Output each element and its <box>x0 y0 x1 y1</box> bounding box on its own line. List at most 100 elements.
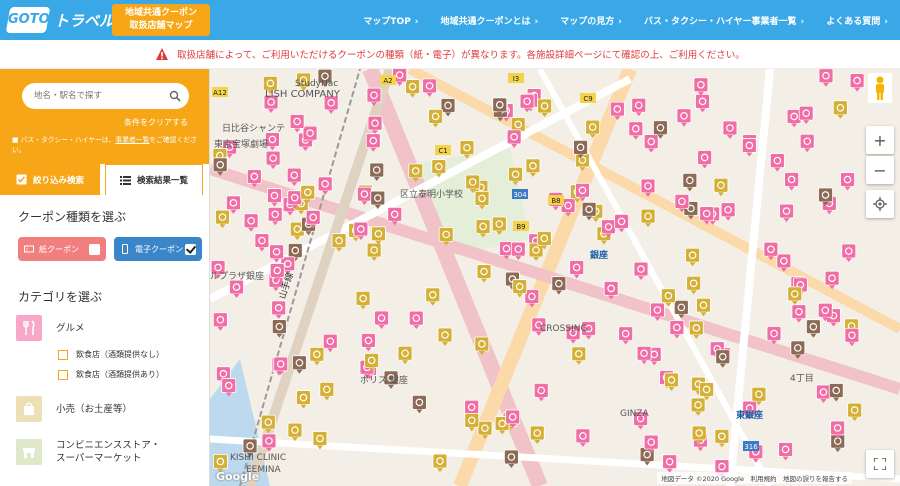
paper-coupon-checkbox[interactable] <box>89 243 100 255</box>
paper-coupon-toggle[interactable]: 紙クーポン <box>18 237 106 261</box>
category-gourmet[interactable]: グルメ <box>16 315 85 341</box>
map-label-takarazuka: 東京宝塚劇場 <box>214 140 269 150</box>
sidebar-tabs: 絞り込み検索 検索結果一覧 <box>0 164 209 195</box>
chevron-right-icon: › <box>414 16 419 27</box>
route-shield: A12 <box>212 87 228 97</box>
route-shield-label: 316 <box>744 443 758 451</box>
goto-travel-logo[interactable]: GOTO トラベル <box>5 7 114 33</box>
location-search-input[interactable] <box>34 83 174 109</box>
route-shield-label: C9 <box>583 95 592 103</box>
main-nav: マップTOP › 地域共通クーポンとは › マップの見方 › バス・タクシー・ハイヤー… <box>363 0 888 40</box>
search-panel: 条件をクリアする ■ バス・タクシー・ハイヤーは、事業者一覧をご確認ください。 <box>0 69 209 164</box>
logo-badge-text: GOTO <box>8 12 50 27</box>
search-box <box>22 83 189 109</box>
option-restaurant-alcohol[interactable]: 飲食店（酒類提供あり） <box>58 369 164 380</box>
ginza-station-label: 銀座 <box>590 251 609 261</box>
fullscreen-icon <box>874 458 886 470</box>
category-retail-label: 小売（お土産等） <box>56 403 133 415</box>
route-shield-label: 304 <box>513 191 527 199</box>
category-retail[interactable]: 小売（お土産等） <box>16 396 132 422</box>
electronic-coupon-toggle[interactable]: 電子クーポン <box>114 237 202 261</box>
route-shield: 316 <box>743 441 759 451</box>
coupon-type-heading: クーポン種類を選ぶ <box>18 210 127 224</box>
nav-faq-label: よくある質問 <box>826 16 881 27</box>
filter-sidebar: 条件をクリアする ■ バス・タクシー・ハイヤーは、事業者一覧をご確認ください。 … <box>0 69 210 486</box>
nav-transport-operators-label: バス・タクシー・ハイヤー事業者一覧 <box>643 16 797 27</box>
location-target-icon <box>873 197 887 211</box>
nav-transport-operators[interactable]: バス・タクシー・ハイヤー事業者一覧 › <box>644 14 804 27</box>
tab-search-results-label: 検索結果一覧 <box>136 176 188 186</box>
map-label-kishi-clinic: KISHI CLINIC <box>230 453 287 463</box>
search-icon[interactable] <box>169 90 181 102</box>
fullscreen-button[interactable] <box>866 450 894 478</box>
route-shield-label: B9 <box>516 223 525 231</box>
store-map[interactable]: A2 A12 C1 B8 B9 C9 I3 304 316 StudyHac LISH COMP… <box>210 69 900 486</box>
chevron-right-icon: › <box>884 16 888 27</box>
restaurant-alcohol-checkbox[interactable] <box>58 369 68 380</box>
category-heading: カテゴリを選ぶ <box>18 290 103 304</box>
route-shield-label: I3 <box>513 75 520 83</box>
nav-how-to-read-map[interactable]: マップの見方 › <box>560 14 622 27</box>
zoom-in-button[interactable]: + <box>866 126 894 154</box>
nav-map-top-label: マップTOP <box>363 16 411 27</box>
logo-badge: GOTO <box>5 7 51 33</box>
clear-conditions-link[interactable]: 条件をクリアする <box>124 117 188 128</box>
map-label-4chome: 4丁目 <box>790 374 814 384</box>
smartphone-icon <box>122 244 128 254</box>
zoom-out-button[interactable]: − <box>866 156 894 184</box>
route-shield: 304 <box>512 189 528 199</box>
restaurant-alcohol-label: 飲食店（酒類提供あり） <box>76 370 164 379</box>
nav-map-top[interactable]: マップTOP › <box>363 14 418 27</box>
logo-text: トラベル <box>54 12 115 30</box>
category-convenience-line1: コンビニエンスストア・ <box>56 440 161 451</box>
map-label-crossing: CROSSING <box>540 324 588 334</box>
street-view-pegman-icon[interactable] <box>868 73 892 103</box>
coupon-notice-bar: 取扱店舗によって、ご利用いただけるクーポンの種類（紙・電子）が異なります。各施設… <box>0 40 900 69</box>
transport-note-prefix: ■ バス・タクシー・ハイヤーは、 <box>12 136 116 144</box>
store-icon <box>16 439 42 465</box>
category-convenience-line2: スーパーマーケット <box>56 453 142 464</box>
route-shield-label: A2 <box>383 77 392 85</box>
map-label-taimei-school: 区立泰明小学校 <box>400 190 464 200</box>
route-shield-label: A12 <box>213 89 227 97</box>
route-shield: B9 <box>513 221 529 231</box>
coupon-map-button[interactable]: 地域共通クーポン 取扱店舗マップ <box>112 4 210 36</box>
map-attribution[interactable]: 地図データ ©2020 Google 利用規約 地図の誤りを報告する <box>657 472 852 484</box>
chevron-right-icon: › <box>618 16 622 27</box>
list-icon <box>119 175 131 185</box>
electronic-coupon-checkbox[interactable] <box>185 243 196 255</box>
restaurant-no-alcohol-checkbox[interactable] <box>58 349 68 360</box>
restaurant-no-alcohol-label: 飲食店（酒類提供なし） <box>76 350 164 359</box>
ticket-icon <box>24 245 34 253</box>
transport-note: ■ バス・タクシー・ハイヤーは、事業者一覧をご確認ください。 <box>12 135 197 155</box>
route-shield: A2 <box>380 75 396 85</box>
coupon-map-button-line2: 取扱店舗マップ <box>129 21 193 31</box>
coupon-map-button-line1: 地域共通クーポン <box>124 8 197 18</box>
warning-icon <box>156 48 169 60</box>
route-shield: C9 <box>580 93 596 103</box>
fork-knife-icon <box>16 315 42 341</box>
map-label-hibiya-chanter: 日比谷シャンテ <box>222 124 286 134</box>
coupon-type-row: 紙クーポン 電子クーポン <box>18 237 202 261</box>
option-restaurant-no-alcohol[interactable]: 飲食店（酒類提供なし） <box>58 349 164 360</box>
tab-search-results[interactable]: 検索結果一覧 <box>105 164 203 195</box>
route-shield-label: B8 <box>551 197 560 205</box>
nav-about-coupon[interactable]: 地域共通クーポンとは › <box>441 14 539 27</box>
map-label-police-ginza: ポリス 銀座 <box>360 376 408 386</box>
electronic-coupon-label: 電子クーポン <box>135 244 183 254</box>
map-label-lish-company: LISH COMPANY <box>265 89 340 100</box>
tab-filter-search[interactable]: 絞り込み検索 <box>0 164 100 195</box>
my-location-button[interactable] <box>866 190 894 218</box>
operator-list-link[interactable]: 事業者一覧 <box>115 136 149 144</box>
category-gourmet-label: グルメ <box>56 322 85 334</box>
higashi-ginza-station-label: 東銀座 <box>736 411 764 421</box>
category-convenience-label: コンビニエンスストア・ スーパーマーケット <box>56 439 160 465</box>
nav-faq[interactable]: よくある質問 › <box>826 14 888 27</box>
route-shield: B8 <box>548 195 564 205</box>
route-shield-label: C1 <box>438 147 447 155</box>
nav-how-to-read-map-label: マップの見方 <box>560 16 615 27</box>
paper-coupon-label: 紙クーポン <box>39 244 79 254</box>
checkbox-icon <box>16 174 27 185</box>
shopping-bag-icon <box>16 396 42 422</box>
category-convenience-store[interactable]: コンビニエンスストア・ スーパーマーケット <box>16 439 160 465</box>
